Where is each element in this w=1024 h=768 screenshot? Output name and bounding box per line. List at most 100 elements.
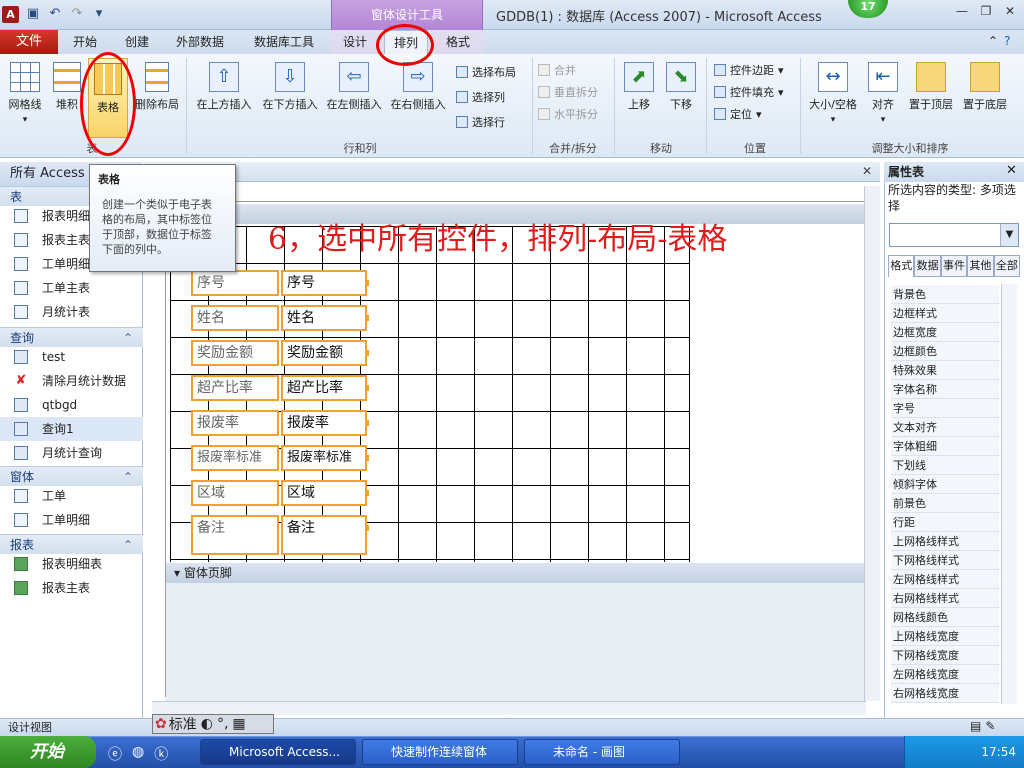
split-vertical-button[interactable]: 垂直拆分	[538, 84, 598, 100]
object-selector[interactable]: ▼	[889, 223, 1019, 247]
close-icon[interactable]: ✕	[1000, 4, 1020, 22]
field-textbox[interactable]: 区域	[281, 480, 369, 506]
field-textbox[interactable]: 序号	[281, 270, 369, 296]
nav-section-reports[interactable]: 报表 ⌃	[0, 534, 143, 554]
stacked-button[interactable]: 堆积	[50, 62, 84, 112]
property-row[interactable]: 下划线	[891, 456, 999, 475]
insert-left-button[interactable]: ⇦ 在左侧插入	[322, 62, 386, 112]
field-label[interactable]: 超产比率	[191, 375, 279, 401]
nav-item-query[interactable]: 月统计查询	[0, 441, 143, 465]
resize-handle[interactable]	[365, 525, 369, 531]
nav-item-table[interactable]: 月统计表	[0, 300, 143, 324]
minimize-icon[interactable]: —	[952, 4, 972, 22]
save-icon[interactable]: ▣	[25, 6, 41, 22]
tab-arrange[interactable]: 排列	[384, 30, 428, 54]
resize-handle[interactable]	[365, 350, 369, 356]
nav-item-table[interactable]: 工单主表	[0, 276, 143, 300]
property-row[interactable]: 上网格线样式	[891, 532, 999, 551]
ie-icon[interactable]: ⓔ	[108, 744, 122, 764]
nav-item-report[interactable]: 报表明细表	[0, 552, 143, 576]
ime-toolbar[interactable]: ✿ 标准 ◐ °, ▦	[152, 714, 274, 734]
design-view-icon[interactable]: ✎	[985, 719, 995, 733]
nav-item-form[interactable]: 工单明细	[0, 508, 143, 532]
tab-all-props[interactable]: 全部	[993, 255, 1021, 277]
align-button[interactable]: ⇤ 对齐 ▾	[864, 62, 902, 125]
layout-view-icon[interactable]: ▤	[970, 719, 981, 733]
customize-qat-icon[interactable]: ▾	[91, 6, 107, 22]
nav-item-form[interactable]: 工单	[0, 484, 143, 508]
property-row[interactable]: 背景色	[891, 285, 999, 304]
field-textbox[interactable]: 报废率	[281, 410, 369, 436]
field-label[interactable]: 备注	[191, 515, 279, 555]
clock[interactable]: 17:54	[981, 745, 1016, 759]
resize-handle[interactable]	[365, 315, 369, 321]
restore-icon[interactable]: ❐	[976, 4, 996, 22]
tab-design[interactable]: 设计	[336, 30, 374, 54]
nav-item-query[interactable]: qtbgd	[0, 393, 143, 417]
remove-layout-button[interactable]: 删除布局	[132, 62, 182, 112]
field-textbox[interactable]: 备注	[281, 515, 369, 555]
browser-icon[interactable]: ⓚ	[154, 744, 168, 764]
taskbar-item-folder[interactable]: 快速制作连续窗体	[362, 739, 518, 765]
select-column-button[interactable]: 选择列	[456, 89, 505, 105]
tab-other-props[interactable]: 其他	[967, 255, 994, 277]
resize-handle[interactable]	[365, 490, 369, 496]
field-textbox[interactable]: 奖励金额	[281, 340, 369, 366]
nav-item-query[interactable]: 查询1	[0, 417, 143, 441]
control-margins-button[interactable]: 控件边距 ▾	[714, 62, 784, 78]
property-row[interactable]: 边框样式	[891, 304, 999, 323]
property-scrollbar[interactable]	[1001, 284, 1017, 704]
close-property-sheet-icon[interactable]: ✕	[1006, 163, 1017, 178]
nav-item-report[interactable]: 报表主表	[0, 576, 143, 600]
move-down-button[interactable]: ⬊ 下移	[662, 62, 700, 112]
property-row[interactable]: 字体名称	[891, 380, 999, 399]
property-row[interactable]: 文本对齐	[891, 418, 999, 437]
close-document-icon[interactable]: ✕	[862, 164, 872, 178]
merge-button[interactable]: 合并	[538, 62, 576, 78]
field-label[interactable]: 报废率标准	[191, 445, 279, 471]
messenger-icon[interactable]: ◍	[132, 744, 144, 764]
property-row[interactable]: 边框颜色	[891, 342, 999, 361]
tab-create[interactable]: 创建	[114, 30, 160, 54]
property-row[interactable]: 字号	[891, 399, 999, 418]
bring-to-front-button[interactable]: 置于顶层	[904, 62, 958, 112]
field-label[interactable]: 区域	[191, 480, 279, 506]
split-horizontal-button[interactable]: 水平拆分	[538, 106, 598, 122]
access-app-icon[interactable]: A	[2, 5, 19, 23]
field-textbox[interactable]: 报废率标准	[281, 445, 369, 471]
resize-handle[interactable]	[365, 455, 369, 461]
tab-format-props[interactable]: 格式	[888, 255, 915, 277]
tab-database-tools[interactable]: 数据库工具	[244, 30, 324, 54]
select-layout-button[interactable]: 选择布局	[456, 64, 516, 80]
field-label[interactable]: 奖励金额	[191, 340, 279, 366]
property-row[interactable]: 行距	[891, 513, 999, 532]
insert-above-button[interactable]: ⇧ 在上方插入	[192, 62, 256, 112]
property-row[interactable]: 右网格线宽度	[891, 684, 999, 703]
field-textbox[interactable]: 超产比率	[281, 375, 369, 401]
select-row-button[interactable]: 选择行	[456, 114, 505, 130]
property-row[interactable]: 倾斜字体	[891, 475, 999, 494]
gridlines-button[interactable]: 网格线 ▾	[4, 62, 46, 125]
property-row[interactable]: 下网格线宽度	[891, 646, 999, 665]
field-textbox[interactable]: 姓名	[281, 305, 369, 331]
property-row[interactable]: 网格线颜色	[891, 608, 999, 627]
vertical-scrollbar[interactable]	[864, 186, 880, 701]
form-footer-bar[interactable]: ▾ 窗体页脚	[166, 563, 880, 583]
property-row[interactable]: 右网格线样式	[891, 589, 999, 608]
property-row[interactable]: 左网格线宽度	[891, 665, 999, 684]
resize-handle[interactable]	[365, 385, 369, 391]
tab-event-props[interactable]: 事件	[940, 255, 968, 277]
tabular-button[interactable]: 表格	[88, 58, 128, 138]
property-row[interactable]: 边框宽度	[891, 323, 999, 342]
tab-format[interactable]: 格式	[438, 30, 478, 54]
nav-item-query[interactable]: test	[0, 345, 143, 369]
start-button[interactable]: 开始	[0, 736, 96, 768]
collapse-ribbon-icon[interactable]: ⌃	[988, 34, 998, 48]
send-to-back-button[interactable]: 置于底层	[958, 62, 1012, 112]
property-row[interactable]: 左网格线样式	[891, 570, 999, 589]
resize-handle[interactable]	[365, 420, 369, 426]
nav-section-forms[interactable]: 窗体 ⌃	[0, 466, 143, 486]
property-row[interactable]: 字体粗细	[891, 437, 999, 456]
property-row[interactable]: 下网格线样式	[891, 551, 999, 570]
nav-section-queries[interactable]: 查询 ⌃	[0, 327, 143, 347]
